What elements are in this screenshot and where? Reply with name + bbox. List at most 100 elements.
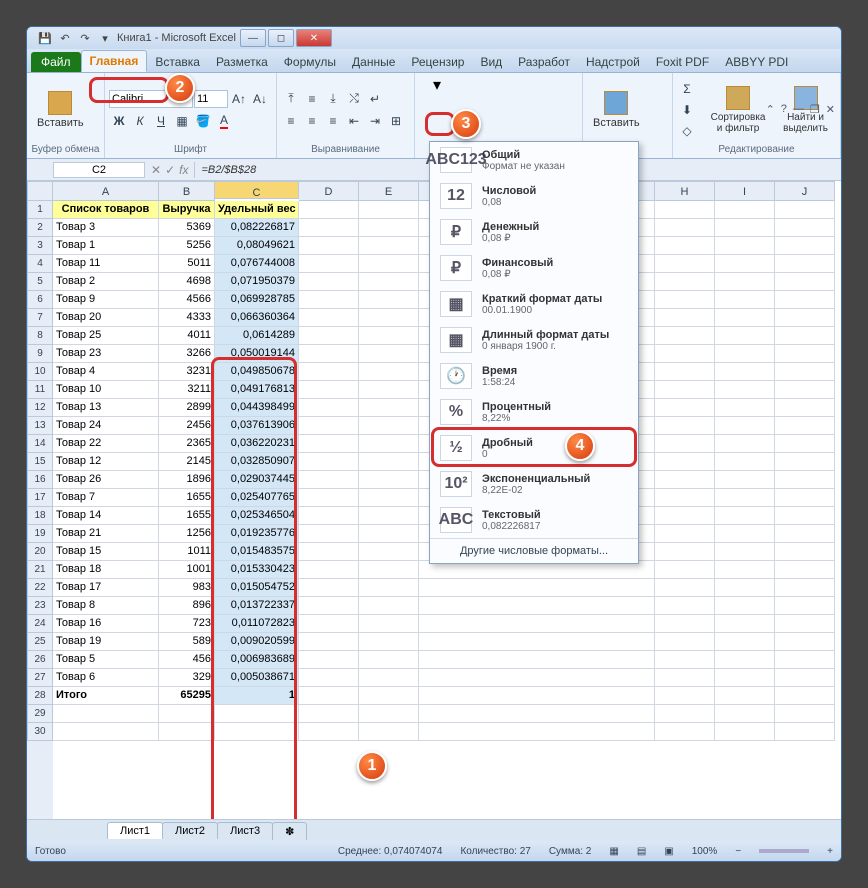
zoom-in-icon[interactable]: + (827, 846, 833, 857)
font-color-icon[interactable]: A (214, 111, 234, 131)
cell-c[interactable]: 0,08049621 (215, 237, 299, 255)
cell-c[interactable]: 0,044398499 (215, 399, 299, 417)
cell-b[interactable]: 1256 (159, 525, 215, 543)
tab-insert[interactable]: Вставка (147, 52, 208, 72)
align-center-icon[interactable]: ≡ (302, 111, 322, 131)
cell-c[interactable]: 0,071950379 (215, 273, 299, 291)
align-top-icon[interactable]: ⤒ (281, 89, 301, 109)
cell-a[interactable]: Товар 13 (53, 399, 159, 417)
col-header-a[interactable]: A (53, 181, 159, 201)
tab-home[interactable]: Главная (81, 50, 148, 72)
cell-b[interactable]: 896 (159, 597, 215, 615)
fx-icon[interactable]: fx (179, 163, 188, 177)
cell-b[interactable]: 1655 (159, 507, 215, 525)
row-header[interactable]: 8 (27, 327, 53, 345)
more-formats-link[interactable]: Другие числовые форматы... (430, 538, 638, 563)
select-all-corner[interactable] (27, 181, 53, 201)
row-header[interactable]: 1 (27, 201, 53, 219)
insert-cells-button[interactable]: Вставить (587, 89, 646, 131)
paste-button[interactable]: Вставить (31, 89, 90, 131)
cell-a[interactable]: Товар 12 (53, 453, 159, 471)
format-option-экспоненциальный[interactable]: 10²Экспоненциальный8,22E-02 (430, 466, 638, 502)
cell-a[interactable]: Товар 26 (53, 471, 159, 489)
col-header-e[interactable]: E (359, 181, 419, 201)
underline-icon[interactable]: Ч (151, 111, 171, 131)
cell-a[interactable]: Товар 20 (53, 309, 159, 327)
cell-a1[interactable]: Список товаров (53, 201, 159, 219)
cell-a[interactable]: Товар 6 (53, 669, 159, 687)
cell-c[interactable]: 0,076744008 (215, 255, 299, 273)
cell-b[interactable]: 456 (159, 651, 215, 669)
cell-a[interactable]: Товар 8 (53, 597, 159, 615)
cell-a[interactable]: Товар 23 (53, 345, 159, 363)
cell-b[interactable]: 723 (159, 615, 215, 633)
decrease-indent-icon[interactable]: ⇤ (344, 111, 364, 131)
minimize-ribbon-icon[interactable]: ⌃ (766, 103, 775, 116)
col-header-b[interactable]: B (159, 181, 215, 201)
cell-c[interactable]: 0,050019144 (215, 345, 299, 363)
col-header-c[interactable]: C (215, 181, 299, 199)
row-header[interactable]: 29 (27, 705, 53, 723)
cell-a[interactable]: Товар 1 (53, 237, 159, 255)
row-header[interactable]: 13 (27, 417, 53, 435)
row-header[interactable]: 9 (27, 345, 53, 363)
cell-a[interactable]: Товар 22 (53, 435, 159, 453)
bold-icon[interactable]: Ж (109, 111, 129, 131)
cell-b[interactable]: 1001 (159, 561, 215, 579)
cell-c[interactable]: 0,011072823 (215, 615, 299, 633)
tab-view[interactable]: Вид (472, 52, 510, 72)
save-icon[interactable]: 💾 (37, 30, 53, 46)
row-header[interactable]: 26 (27, 651, 53, 669)
cell-c[interactable]: 0,029037445 (215, 471, 299, 489)
cell-b[interactable]: 3266 (159, 345, 215, 363)
tab-dev[interactable]: Разработ (510, 52, 578, 72)
format-option-краткий формат даты[interactable]: ▦Краткий формат даты00.01.1900 (430, 286, 638, 322)
zoom-slider[interactable] (759, 849, 809, 853)
cell-c[interactable]: 0,006983689 (215, 651, 299, 669)
wrap-text-icon[interactable]: ↵ (365, 89, 385, 109)
cell-c1[interactable]: Удельный вес (215, 201, 299, 219)
row-header[interactable]: 16 (27, 471, 53, 489)
qat-more-icon[interactable]: ▾ (97, 30, 113, 46)
tab-layout[interactable]: Разметка (208, 52, 276, 72)
border-icon[interactable]: ▦ (172, 111, 192, 131)
autosum-icon[interactable]: Σ (677, 79, 697, 99)
view-break-icon[interactable]: ▣ (664, 846, 673, 857)
doc-min-icon[interactable]: — (793, 103, 804, 116)
cell-b1[interactable]: Выручка (159, 201, 215, 219)
sheet-tab-3[interactable]: Лист3 (217, 822, 273, 839)
undo-icon[interactable]: ↶ (57, 30, 73, 46)
cell-b[interactable]: 5369 (159, 219, 215, 237)
zoom-out-icon[interactable]: − (735, 846, 741, 857)
cell-c[interactable]: 0,019235776 (215, 525, 299, 543)
format-option-общий[interactable]: ABC123ОбщийФормат не указан (430, 142, 638, 178)
cell-c[interactable]: 0,066360364 (215, 309, 299, 327)
doc-close-icon[interactable]: ✕ (826, 103, 835, 116)
row-header[interactable]: 15 (27, 453, 53, 471)
merge-icon[interactable]: ⊞ (386, 111, 406, 131)
cell-c[interactable]: 0,005038671 (215, 669, 299, 687)
tab-review[interactable]: Рецензир (403, 52, 472, 72)
clear-icon[interactable]: ◇ (677, 121, 697, 141)
cell-c[interactable]: 0,037613906 (215, 417, 299, 435)
align-middle-icon[interactable]: ≡ (302, 89, 322, 109)
tab-foxit[interactable]: Foxit PDF (648, 52, 717, 72)
fill-color-icon[interactable]: 🪣 (193, 111, 213, 131)
row-header[interactable]: 12 (27, 399, 53, 417)
cell-a[interactable]: Товар 16 (53, 615, 159, 633)
format-option-время[interactable]: 🕐Время1:58:24 (430, 358, 638, 394)
align-left-icon[interactable]: ≡ (281, 111, 301, 131)
cell-c[interactable]: 0,025407765 (215, 489, 299, 507)
col-header-j[interactable]: J (775, 181, 835, 201)
row-header[interactable]: 20 (27, 543, 53, 561)
row-header[interactable]: 18 (27, 507, 53, 525)
sheet-tab-1[interactable]: Лист1 (107, 822, 163, 839)
cell-c[interactable]: 0,082226817 (215, 219, 299, 237)
row-header[interactable]: 14 (27, 435, 53, 453)
cell-b[interactable]: 4333 (159, 309, 215, 327)
align-bottom-icon[interactable]: ⤓ (323, 89, 343, 109)
increase-font-icon[interactable]: A↑ (229, 89, 249, 109)
format-option-дробный[interactable]: ½Дробный0 (430, 430, 638, 466)
cell-b[interactable]: 2145 (159, 453, 215, 471)
row-header[interactable]: 10 (27, 363, 53, 381)
